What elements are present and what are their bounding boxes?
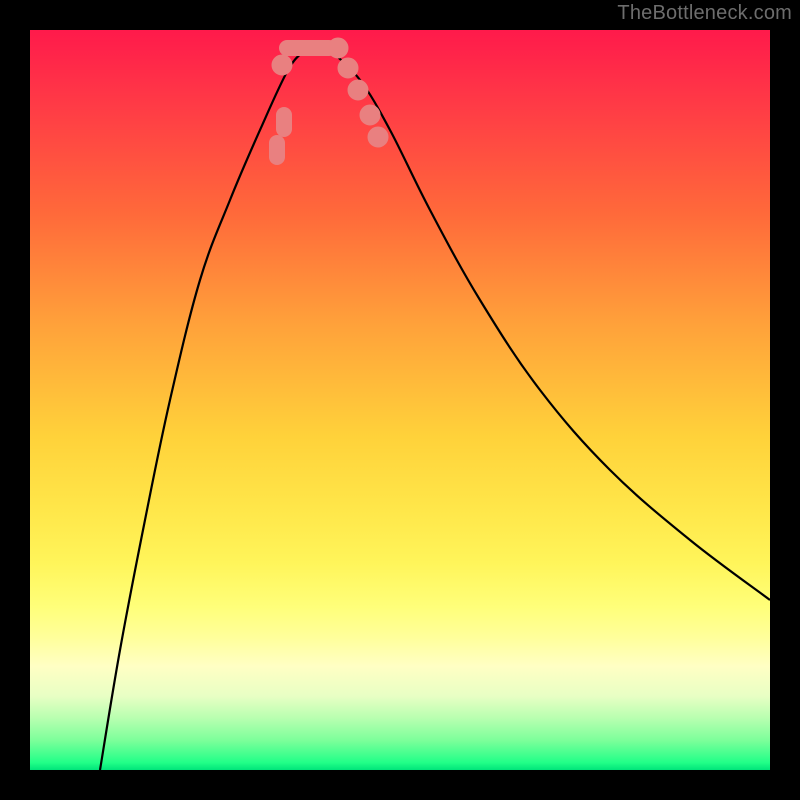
data-marker (269, 135, 285, 165)
data-marker (272, 55, 292, 75)
plot-area (30, 30, 770, 770)
chart-stage: TheBottleneck.com (0, 0, 800, 800)
watermark-text: TheBottleneck.com (617, 2, 792, 25)
data-marker (368, 127, 388, 147)
right-curve (330, 50, 770, 600)
data-marker (338, 58, 358, 78)
data-marker (360, 105, 380, 125)
data-marker (276, 107, 292, 137)
curve-layer (30, 30, 770, 770)
data-marker (328, 38, 348, 58)
data-marker (348, 80, 368, 100)
marker-layer (269, 38, 388, 165)
